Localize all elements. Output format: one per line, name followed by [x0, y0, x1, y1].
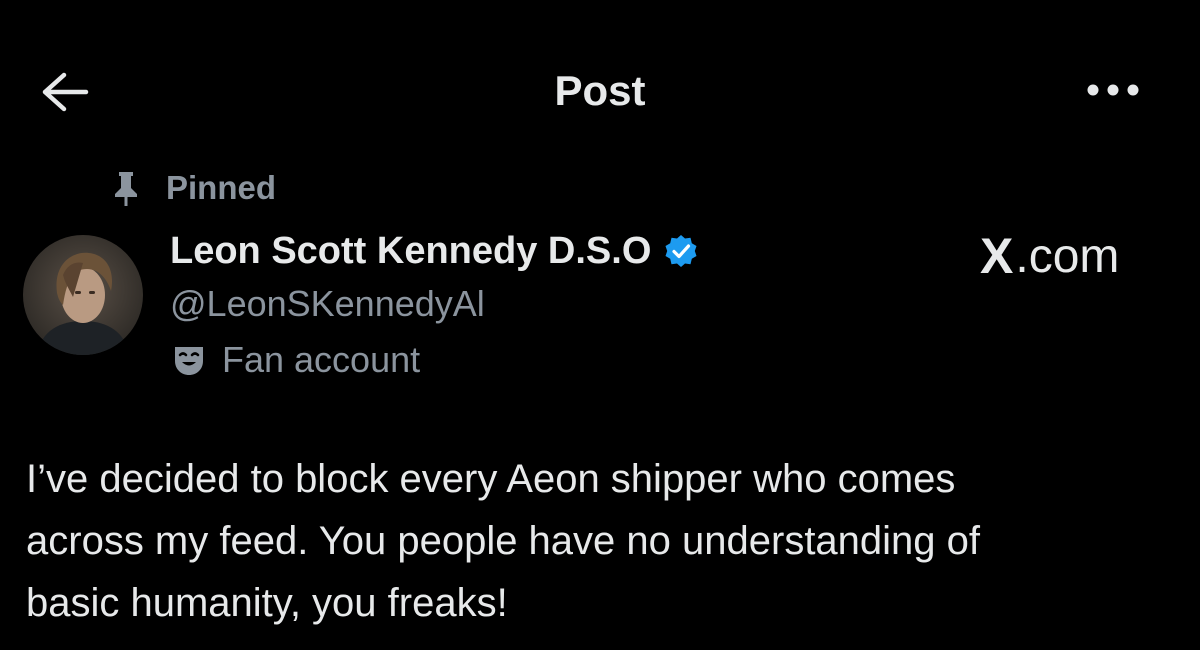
pinned-indicator: Pinned — [110, 166, 276, 210]
page-title: Post — [554, 67, 646, 114]
verified-badge-icon[interactable] — [663, 233, 699, 269]
x-logo: X — [980, 228, 1014, 284]
display-name[interactable]: Leon Scott Kennedy D.S.O — [170, 230, 651, 273]
affiliation-label: Fan account — [222, 339, 421, 380]
theater-mask-icon — [175, 347, 203, 375]
pin-icon — [110, 166, 142, 210]
pinned-label: Pinned — [166, 169, 277, 206]
avatar[interactable] — [23, 235, 143, 355]
watermark-suffix: .com — [1015, 229, 1120, 283]
post-text: I’ve decided to block every Aeon shipper… — [26, 457, 981, 625]
top-bar: Post — [0, 0, 1200, 180]
affiliation-label-row: Fan account — [170, 338, 699, 382]
more-options-button[interactable] — [1078, 70, 1148, 110]
watermark: X .com — [980, 226, 1119, 286]
author-info: Leon Scott Kennedy D.S.O @LeonSKennedyAl… — [170, 226, 699, 382]
display-name-row: Leon Scott Kennedy D.S.O — [170, 226, 699, 276]
user-handle[interactable]: @LeonSKennedyAl — [170, 282, 699, 326]
more-horizontal-icon — [1087, 84, 1139, 96]
